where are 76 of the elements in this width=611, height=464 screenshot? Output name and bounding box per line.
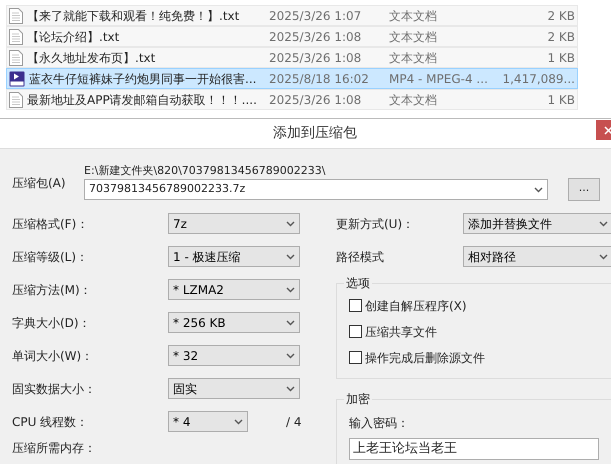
- file-row[interactable]: 【永久地址发布页】.txt 2025/3/26 1:08 文本文档 1 KB: [6, 47, 578, 68]
- field-label: 压缩等级(L)：: [12, 248, 90, 266]
- field-label: 固实数据大小：: [12, 380, 97, 398]
- document-icon: [9, 8, 23, 24]
- file-date: 2025/3/26 1:07: [269, 8, 362, 24]
- archive-path: E:\新建文件夹\820\70379813456789002233\: [84, 163, 326, 179]
- chevron-down-icon: [286, 320, 295, 326]
- dropdown[interactable]: * 32: [168, 345, 300, 366]
- file-name: 最新地址及APP请发邮箱自动获取！！！....: [27, 92, 257, 108]
- chevron-down-icon: [234, 418, 243, 424]
- dropdown[interactable]: 1 - 极速压缩: [168, 246, 300, 267]
- document-icon: [9, 50, 23, 66]
- dropdown[interactable]: * 256 KB: [168, 312, 300, 333]
- dropdown[interactable]: 相对路径: [463, 246, 611, 267]
- file-type: MP4 - MPEG-4 ...: [389, 70, 489, 88]
- document-icon: [9, 92, 23, 108]
- file-date: 2025/8/18 16:02: [269, 70, 370, 88]
- password-field[interactable]: 上老王论坛当老王: [349, 438, 599, 460]
- dialog-title: 添加到压缩包: [273, 124, 357, 143]
- file-date: 2025/3/26 1:08: [269, 50, 362, 66]
- chevron-down-icon: [286, 386, 295, 392]
- file-name: 【永久地址发布页】.txt: [27, 50, 156, 66]
- password-label: 输入密码：: [349, 415, 410, 432]
- file-type: 文本文档: [389, 28, 438, 46]
- file-size: 2 KB: [546, 28, 576, 46]
- thread-count-max: / 4: [286, 414, 302, 430]
- browse-button[interactable]: ...: [568, 178, 600, 201]
- checkbox[interactable]: [349, 325, 362, 338]
- chevron-down-icon: [286, 220, 295, 226]
- chevron-down-icon: [286, 254, 295, 260]
- field-label: 路径模式: [336, 248, 385, 266]
- dropdown[interactable]: 固实: [168, 378, 300, 399]
- field-label: 字典大小(D)：: [12, 314, 92, 332]
- file-type: 文本文档: [389, 50, 438, 66]
- chevron-down-icon: [599, 254, 608, 260]
- dropdown[interactable]: * 4: [168, 411, 248, 432]
- dropdown[interactable]: 7z: [168, 213, 300, 234]
- file-row[interactable]: 蓝衣牛仔短裤妹子约炮男同事一开始很害... 2025/8/18 16:02 MP4 - MPEG-4 ... 1,417,089...: [6, 68, 578, 89]
- file-row[interactable]: 【论坛介绍】.txt 2025/3/26 1:08 文本文档 2 KB: [6, 26, 578, 47]
- file-row[interactable]: 最新地址及APP请发邮箱自动获取！！！.... 2025/3/26 1:08 文本文档 1 KB: [6, 89, 578, 110]
- group-title: 加密: [344, 392, 372, 406]
- file-size: 2 KB: [546, 8, 576, 24]
- file-name: 【来了就能下载和观看！纯免费！】.txt: [27, 8, 240, 24]
- checkbox[interactable]: [349, 299, 362, 312]
- file-date: 2025/3/26 1:08: [269, 28, 362, 46]
- chevron-down-icon: [534, 186, 543, 192]
- field-label: 压缩方法(M)：: [12, 282, 93, 298]
- group-title: 选项: [344, 276, 372, 290]
- chevron-down-icon: [599, 220, 608, 226]
- file-row[interactable]: 【来了就能下载和观看！纯免费！】.txt 2025/3/26 1:07 文本文档 2 KB: [6, 5, 578, 26]
- document-icon: [9, 28, 23, 44]
- dropdown[interactable]: * LZMA2: [168, 279, 300, 300]
- chevron-down-icon: [286, 352, 295, 358]
- file-size: 1 KB: [546, 50, 576, 66]
- checkbox-label: 操作完成后删除源文件: [365, 350, 485, 366]
- file-name: 蓝衣牛仔短裤妹子约炮男同事一开始很害...: [29, 70, 256, 88]
- field-label: 压缩所需内存：: [12, 441, 96, 455]
- file-size: 1,417,089...: [501, 70, 576, 88]
- field-label: 压缩格式(F)：: [12, 216, 90, 232]
- video-file-icon: [9, 70, 25, 86]
- checkbox-label: 创建自解压程序(X): [365, 298, 467, 314]
- close-icon: [604, 126, 611, 134]
- file-type: 文本文档: [389, 92, 438, 108]
- field-label: 更新方式(U)：: [336, 216, 416, 232]
- file-type: 文本文档: [389, 8, 438, 24]
- chevron-down-icon: [286, 286, 295, 292]
- checkbox[interactable]: [349, 351, 362, 364]
- dropdown[interactable]: 添加并替换文件: [463, 213, 611, 234]
- file-date: 2025/3/26 1:08: [269, 92, 362, 108]
- checkbox-label: 压缩共享文件: [365, 324, 437, 340]
- field-label: CPU 线程数：: [12, 414, 90, 430]
- archive-label: 压缩包(A): [12, 175, 67, 192]
- archive-name-field[interactable]: 70379813456789002233.7z: [84, 179, 548, 200]
- file-size: 1 KB: [546, 92, 576, 108]
- file-name: 【论坛介绍】.txt: [27, 28, 120, 46]
- field-label: 单词大小(W)：: [12, 348, 94, 364]
